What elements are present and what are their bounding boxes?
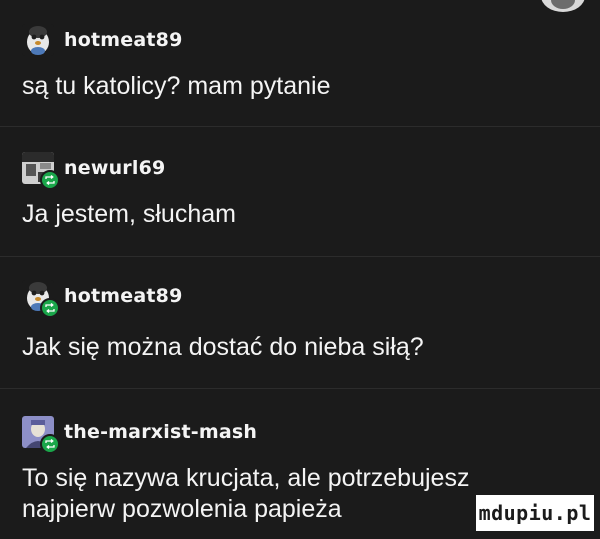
post-text: Ja jestem, słucham — [22, 200, 236, 228]
post-text: Jak się można dostać do nieba siłą? — [22, 333, 424, 361]
divider — [0, 256, 600, 257]
avatar[interactable] — [22, 152, 60, 190]
username[interactable]: hotmeat89 — [64, 285, 183, 307]
cropped-avatar-icon — [541, 0, 585, 12]
post-text-line-1: To się nazywa krucjata, ale potrzebujesz — [22, 464, 470, 492]
watermark: mdupiu.pl — [476, 495, 594, 531]
username[interactable]: hotmeat89 — [64, 29, 183, 51]
username[interactable]: the-marxist-mash — [64, 421, 257, 443]
post-text-line-2: najpierw pozwolenia papieża — [22, 495, 342, 523]
username[interactable]: newurl69 — [64, 157, 165, 179]
reblog-icon — [40, 298, 60, 318]
post-text: są tu katolicy? mam pytanie — [22, 72, 331, 100]
divider — [0, 388, 600, 389]
penguin-avatar-icon — [22, 24, 54, 56]
avatar[interactable] — [22, 416, 60, 454]
reblog-thread: hotmeat89 są tu katolicy? mam pytanie ne… — [0, 0, 600, 539]
reblog-icon — [40, 434, 60, 454]
avatar[interactable] — [22, 280, 60, 318]
divider — [0, 126, 600, 127]
reblog-icon — [40, 170, 60, 190]
avatar[interactable] — [22, 24, 54, 56]
